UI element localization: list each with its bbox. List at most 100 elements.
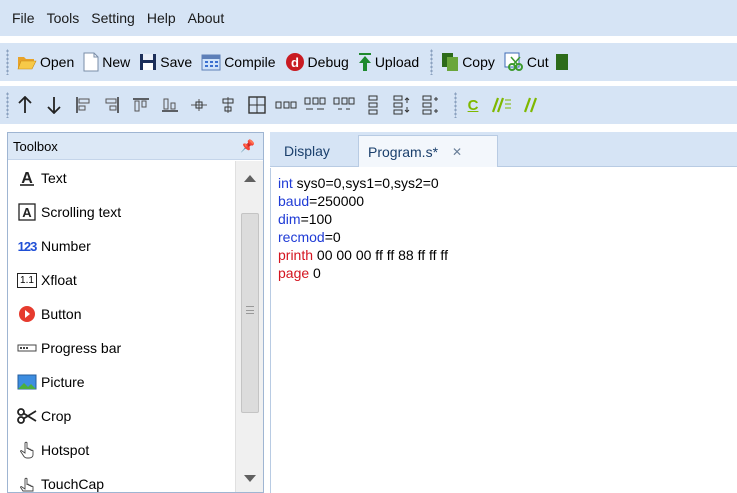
code-keyword: printh (278, 247, 314, 263)
cut-icon (504, 52, 523, 71)
close-icon[interactable]: ✕ (452, 145, 462, 159)
code-keyword: page (278, 265, 310, 281)
scroll-up-icon[interactable] (244, 175, 256, 182)
tool-label: Progress bar (41, 340, 122, 356)
tab-label: Program.s* (368, 143, 439, 160)
cut-button[interactable]: Cut (500, 47, 553, 77)
center-horizontal-icon[interactable] (187, 90, 211, 120)
tab-strip: Display Program.s* ✕ (270, 132, 737, 167)
crop-icon (16, 406, 38, 426)
svg-text:d: d (291, 55, 299, 70)
copy-label: Copy (462, 54, 495, 70)
compile-button[interactable]: Compile (197, 47, 279, 77)
toolbox-list: A Text A Scrolling text 123 Number 1.1 X… (8, 161, 236, 493)
xfloat-glyph: 1.1 (17, 272, 37, 288)
hspace-decrease-icon[interactable] (332, 90, 356, 120)
tool-xfloat[interactable]: 1.1 Xfloat (8, 263, 236, 297)
code-text: =0 (324, 229, 341, 245)
menu-setting[interactable]: Setting (85, 10, 141, 26)
pin-icon[interactable]: 📌 (240, 139, 255, 153)
code-line: printh 00 00 00 ff ff 88 ff ff ff (278, 246, 737, 264)
code-text: 0 (309, 265, 321, 281)
arrow-down-icon[interactable] (42, 90, 66, 120)
center-vertical-icon[interactable] (216, 90, 240, 120)
tool-crop[interactable]: Crop (8, 399, 236, 433)
copy-icon (442, 53, 459, 71)
scrolling-text-icon: A (16, 202, 38, 222)
toolbar-grip-2[interactable] (430, 49, 434, 75)
toolbox-title: Toolbox (13, 138, 58, 154)
align-bottom-icon[interactable] (158, 90, 182, 120)
tool-number[interactable]: 123 Number (8, 229, 236, 263)
tool-progress-bar[interactable]: Progress bar (8, 331, 236, 365)
hotspot-icon (16, 440, 38, 460)
tool-scrolling-text[interactable]: A Scrolling text (8, 195, 236, 229)
number-icon: 123 (16, 236, 38, 256)
code-line: page 0 (278, 264, 737, 282)
tool-label: Crop (41, 408, 72, 424)
size-icon[interactable] (245, 90, 269, 120)
tool-picture[interactable]: Picture (8, 365, 236, 399)
paste-icon[interactable] (554, 52, 568, 72)
toolbar-grip-3[interactable] (6, 92, 9, 118)
uncomment-icon[interactable] (519, 90, 543, 120)
code-text: =250000 (309, 193, 365, 209)
tool-text[interactable]: A Text (8, 161, 236, 195)
code-line: dim=100 (278, 210, 737, 228)
menu-file[interactable]: File (6, 10, 41, 26)
main-toolbar: Open New Save Compile d Debug Upload Cop… (0, 43, 737, 81)
folder-open-icon (17, 57, 37, 70)
button-icon (16, 304, 38, 324)
align-left-icon[interactable] (71, 90, 95, 120)
upload-button[interactable]: Upload (354, 47, 423, 77)
arrow-up-icon[interactable] (13, 90, 37, 120)
tool-touchcap[interactable]: TouchCap (8, 467, 236, 493)
text-c-icon[interactable]: C (461, 90, 485, 120)
cut-label: Cut (526, 54, 549, 70)
toolbar-grip[interactable] (6, 49, 9, 75)
toolbox-panel: Toolbox 📌 A Text A Scrolling text 123 Nu… (7, 132, 264, 493)
code-keyword: int (278, 175, 293, 191)
tool-label: Button (41, 306, 82, 322)
align-top-icon[interactable] (129, 90, 153, 120)
comment-icon[interactable] (490, 90, 514, 120)
code-editor[interactable]: int sys0=0,sys1=0,sys2=0 baud=250000 dim… (270, 168, 737, 493)
save-button[interactable]: Save (135, 47, 196, 77)
tab-display[interactable]: Display (275, 135, 339, 167)
menu-help[interactable]: Help (141, 10, 182, 26)
scroll-thumb[interactable] (241, 213, 259, 413)
hspace-increase-icon[interactable] (303, 90, 327, 120)
tool-label: Number (41, 238, 91, 254)
touchcap-icon (16, 474, 38, 493)
new-button[interactable]: New (79, 47, 134, 77)
tool-label: Scrolling text (41, 204, 122, 220)
menu-about[interactable]: About (182, 10, 231, 26)
open-button[interactable]: Open (13, 47, 78, 77)
toolbox-scrollbar[interactable] (235, 161, 263, 492)
tab-label: Display (284, 143, 330, 159)
vspace-increase-icon[interactable] (390, 90, 414, 120)
menu-tools[interactable]: Tools (41, 10, 86, 26)
toolbar-grip-4[interactable] (454, 92, 457, 118)
tool-label: TouchCap (41, 476, 105, 492)
code-text: =100 (300, 211, 333, 227)
distribute-vertical-icon[interactable] (361, 90, 385, 120)
copy-button[interactable]: Copy (437, 47, 499, 77)
tool-label: Text (41, 170, 67, 186)
debug-button[interactable]: d Debug (281, 47, 353, 77)
number-glyph: 123 (17, 238, 38, 254)
text-c-label: C (467, 96, 479, 114)
tool-label: Xfloat (41, 272, 77, 288)
align-right-icon[interactable] (100, 90, 124, 120)
upload-label: Upload (374, 54, 420, 70)
new-label: New (102, 54, 131, 70)
tool-button[interactable]: Button (8, 297, 236, 331)
distribute-horizontal-icon[interactable] (274, 90, 298, 120)
vspace-decrease-icon[interactable] (419, 90, 443, 120)
svg-text:A: A (22, 205, 32, 220)
picture-icon (16, 372, 38, 392)
tab-program[interactable]: Program.s* ✕ (358, 135, 498, 167)
scroll-down-icon[interactable] (244, 475, 256, 482)
debug-label: Debug (307, 54, 349, 70)
tool-hotspot[interactable]: Hotspot (8, 433, 236, 467)
